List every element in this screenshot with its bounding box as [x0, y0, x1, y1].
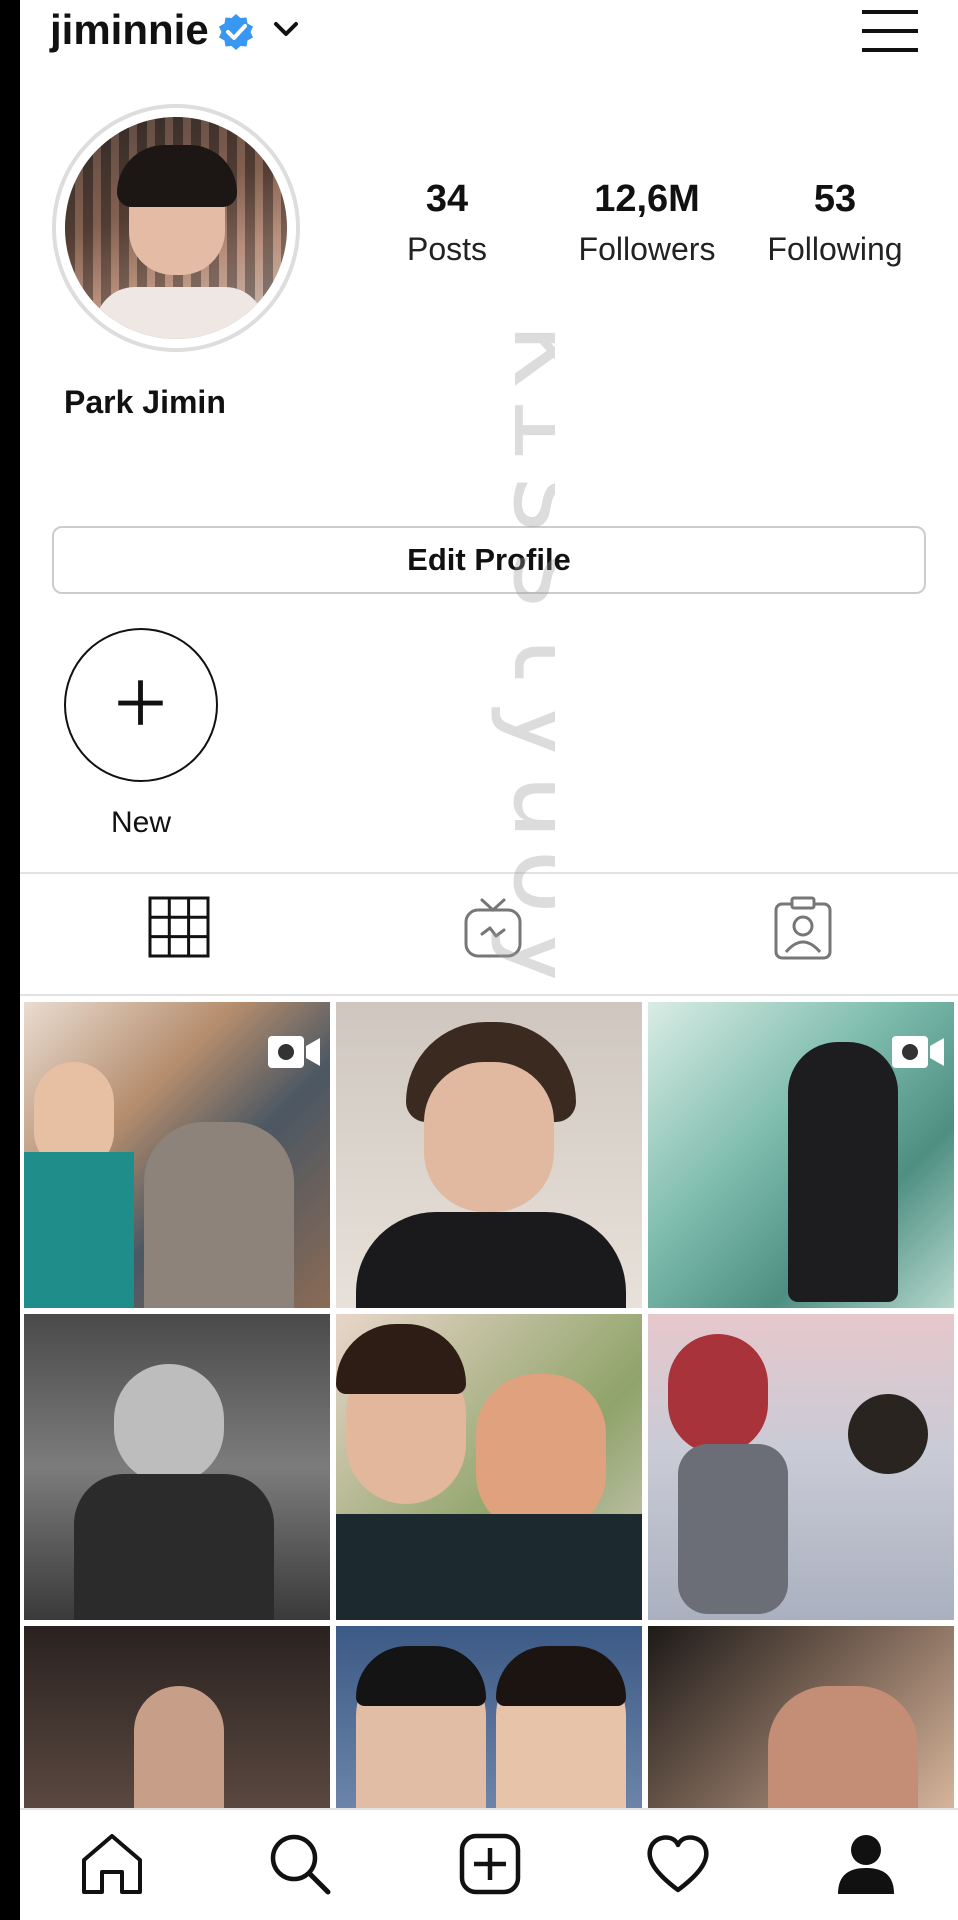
posts-label: Posts	[406, 231, 488, 267]
top-bar: jiminnie	[20, 0, 958, 70]
bottom-nav-divider	[20, 1808, 958, 1810]
add-post-icon[interactable]	[456, 1830, 524, 1898]
following-label: Following	[767, 231, 903, 267]
profile-avatar-ring[interactable]	[52, 104, 300, 352]
stat-following[interactable]: 53 Following	[750, 178, 920, 268]
chevron-down-icon[interactable]	[270, 18, 302, 42]
following-count: 53	[813, 178, 857, 220]
video-icon	[892, 1036, 944, 1068]
display-name: Park Jimin	[64, 384, 226, 420]
heart-icon[interactable]	[644, 1830, 712, 1898]
post-tile-9[interactable]	[648, 1626, 954, 1808]
stat-posts[interactable]: 34 Posts	[372, 178, 522, 268]
posts-grid	[24, 1002, 958, 1808]
tabs-top-divider	[20, 872, 958, 874]
home-icon[interactable]	[78, 1830, 146, 1898]
hamburger-menu-icon[interactable]	[862, 6, 918, 56]
post-tile-8[interactable]	[336, 1626, 642, 1808]
followers-count: 12,6M	[594, 178, 700, 220]
verified-badge-icon	[219, 14, 253, 50]
igtv-icon[interactable]	[458, 894, 528, 964]
post-tile-2[interactable]	[336, 1002, 642, 1308]
bottom-nav	[20, 1808, 958, 1920]
video-icon	[268, 1036, 320, 1068]
posts-count: 34	[425, 178, 469, 220]
post-tile-3[interactable]	[648, 1002, 954, 1308]
post-tile-4[interactable]	[24, 1314, 330, 1620]
post-tile-1[interactable]	[24, 1002, 330, 1308]
avatar	[65, 117, 287, 339]
grid-icon[interactable]	[146, 894, 216, 964]
new-highlight-label: New	[110, 806, 171, 839]
plus-icon	[118, 680, 163, 725]
stat-followers[interactable]: 12,6M Followers	[552, 178, 742, 268]
profile-screen: jiminnie 34 Posts 12,6M Followers 53 Fol…	[20, 0, 958, 1920]
search-icon[interactable]	[266, 1830, 334, 1898]
grid-top-divider	[20, 994, 958, 996]
followers-label: Followers	[578, 231, 716, 267]
post-tile-5[interactable]	[336, 1314, 642, 1620]
edit-profile-button[interactable]: Edit Profile	[52, 526, 926, 594]
post-tile-7[interactable]	[24, 1626, 330, 1808]
new-highlight-button[interactable]	[64, 628, 218, 782]
post-tile-6[interactable]	[648, 1314, 954, 1620]
username[interactable]: jiminnie	[50, 6, 209, 54]
tagged-icon[interactable]	[768, 894, 838, 964]
profile-icon[interactable]	[832, 1830, 900, 1898]
